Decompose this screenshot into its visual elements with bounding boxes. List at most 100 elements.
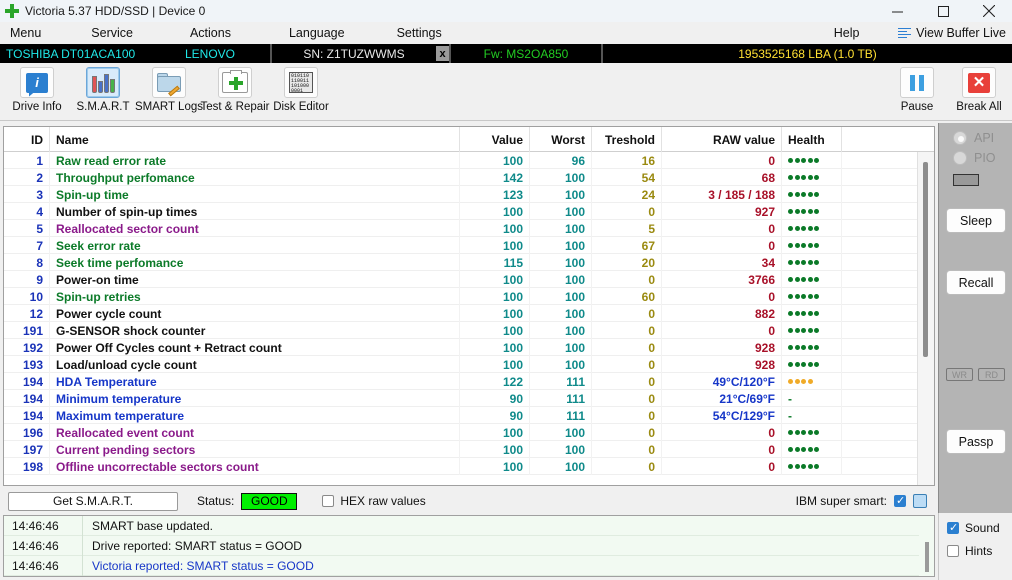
toolbar-test-repair-button[interactable]: Test & Repair xyxy=(202,63,268,121)
cell-spacer xyxy=(842,441,922,458)
health-dot xyxy=(808,328,813,333)
menu-item-service[interactable]: Service xyxy=(91,26,133,40)
hex-raw-values-checkbox[interactable]: HEX raw values xyxy=(322,494,425,508)
health-dot xyxy=(814,209,819,214)
color-swatch-box[interactable] xyxy=(913,494,927,508)
health-dash: - xyxy=(788,392,792,406)
hints-checkbox[interactable] xyxy=(947,545,959,557)
cell-id: 8 xyxy=(4,254,50,271)
cell-spacer xyxy=(842,390,922,407)
table-scrollbar[interactable] xyxy=(917,152,934,485)
table-row[interactable]: 196Reallocated event count10010000 xyxy=(4,424,934,441)
menu-item-settings[interactable]: Settings xyxy=(397,26,442,40)
close-device-button[interactable]: x xyxy=(436,46,449,61)
header-id[interactable]: ID xyxy=(4,127,50,152)
table-row[interactable]: 5Reallocated sector count10010050 xyxy=(4,220,934,237)
toolbar-smart-button[interactable]: S.M.A.R.T xyxy=(70,63,136,121)
main-toolbar: i Drive Info S.M.A.R.T xyxy=(0,63,1012,121)
window-controls xyxy=(874,0,1012,22)
recall-button[interactable]: Recall xyxy=(946,270,1006,295)
cell-health xyxy=(782,220,842,237)
passport-button[interactable]: Passp xyxy=(946,429,1006,454)
close-icon[interactable] xyxy=(966,0,1012,22)
toolbar-disk-editor-button[interactable]: 0101101100111010000001 Disk Editor xyxy=(268,63,334,121)
table-scrollbar-thumb[interactable] xyxy=(923,162,928,357)
log-scrollbar[interactable] xyxy=(919,516,934,576)
pio-radio-row[interactable]: PIO xyxy=(939,151,1012,165)
sleep-button-label: Sleep xyxy=(960,214,992,228)
wr-button[interactable]: WR xyxy=(946,368,973,381)
table-row[interactable]: 4Number of spin-up times1001000927 xyxy=(4,203,934,220)
sleep-button[interactable]: Sleep xyxy=(946,208,1006,233)
cell-name: Throughput perfomance xyxy=(50,169,460,186)
table-row[interactable]: 198Offline uncorrectable sectors count10… xyxy=(4,458,934,475)
header-value[interactable]: Value xyxy=(460,127,530,152)
cell-value: 100 xyxy=(460,356,530,373)
table-row[interactable]: 192Power Off Cycles count + Retract coun… xyxy=(4,339,934,356)
cell-value: 100 xyxy=(460,220,530,237)
cell-id: 192 xyxy=(4,339,50,356)
health-dot xyxy=(801,328,806,333)
cell-name: Power-on time xyxy=(50,271,460,288)
get-smart-button[interactable]: Get S.M.A.R.T. xyxy=(8,492,178,511)
cell-value: 100 xyxy=(460,322,530,339)
menu-item-menu[interactable]: Menu xyxy=(10,26,41,40)
hex-checkbox-box[interactable] xyxy=(322,495,334,507)
table-row[interactable]: 12Power cycle count1001000882 xyxy=(4,305,934,322)
health-dot xyxy=(795,345,800,350)
api-radio-row[interactable]: API xyxy=(939,131,1012,145)
health-dot xyxy=(808,294,813,299)
table-row[interactable]: 194HDA Temperature122111049°C/120°F xyxy=(4,373,934,390)
sound-checkbox[interactable] xyxy=(947,522,959,534)
menu-item-language[interactable]: Language xyxy=(289,26,345,40)
health-dot xyxy=(814,447,819,452)
cell-raw-value: 3 / 185 / 188 xyxy=(662,186,782,203)
hints-checkbox-row[interactable]: Hints xyxy=(947,544,1012,558)
header-raw-value[interactable]: RAW value xyxy=(662,127,782,152)
health-dot xyxy=(801,430,806,435)
health-dot xyxy=(788,192,793,197)
table-row[interactable]: 194Maximum temperature90111054°C/129°F- xyxy=(4,407,934,424)
header-threshold[interactable]: Treshold xyxy=(592,127,662,152)
header-health[interactable]: Health xyxy=(782,127,842,152)
health-dot xyxy=(808,226,813,231)
health-dot xyxy=(788,226,793,231)
health-dot xyxy=(788,328,793,333)
table-row[interactable]: 3Spin-up time123100243 / 185 / 188 xyxy=(4,186,934,203)
menu-item-help[interactable]: Help xyxy=(834,26,860,40)
ibm-super-smart-checkbox[interactable] xyxy=(894,495,906,507)
toolbar-drive-info-button[interactable]: i Drive Info xyxy=(4,63,70,121)
health-dot xyxy=(795,175,800,180)
table-row[interactable]: 191G-SENSOR shock counter10010000 xyxy=(4,322,934,339)
cell-health xyxy=(782,458,842,475)
cell-health xyxy=(782,254,842,271)
sound-checkbox-row[interactable]: Sound xyxy=(947,521,1012,535)
cell-health xyxy=(782,322,842,339)
header-worst[interactable]: Worst xyxy=(530,127,592,152)
table-row[interactable]: 197Current pending sectors10010000 xyxy=(4,441,934,458)
view-buffer-live-button[interactable]: View Buffer Live xyxy=(898,22,1012,44)
table-row[interactable]: 9Power-on time10010003766 xyxy=(4,271,934,288)
cell-value: 122 xyxy=(460,373,530,390)
log-message: SMART base updated. xyxy=(83,519,213,533)
toolbar-smart-logs-button[interactable]: SMART Logs xyxy=(136,63,202,121)
table-row[interactable]: 193Load/unload cycle count1001000928 xyxy=(4,356,934,373)
table-row[interactable]: 2Throughput perfomance1421005468 xyxy=(4,169,934,186)
table-row[interactable]: 7Seek error rate100100670 xyxy=(4,237,934,254)
health-dot xyxy=(795,311,800,316)
table-row[interactable]: 1Raw read error rate10096160 xyxy=(4,152,934,169)
menu-item-actions[interactable]: Actions xyxy=(190,26,231,40)
log-scrollbar-thumb[interactable] xyxy=(925,542,929,572)
api-radio-button[interactable] xyxy=(953,131,967,145)
rd-button[interactable]: RD xyxy=(978,368,1005,381)
table-row[interactable]: 8Seek time perfomance1151002034 xyxy=(4,254,934,271)
toolbar-pause-button[interactable]: Pause xyxy=(886,63,948,121)
table-row[interactable]: 10Spin-up retries100100600 xyxy=(4,288,934,305)
header-name[interactable]: Name xyxy=(50,127,460,152)
minimize-icon[interactable] xyxy=(874,0,920,22)
table-row[interactable]: 194Minimum temperature90111021°C/69°F- xyxy=(4,390,934,407)
pio-radio-button[interactable] xyxy=(953,151,967,165)
toolbar-break-all-button[interactable]: ✕ Break All xyxy=(948,63,1010,121)
health-dots xyxy=(788,192,819,197)
maximize-icon[interactable] xyxy=(920,0,966,22)
